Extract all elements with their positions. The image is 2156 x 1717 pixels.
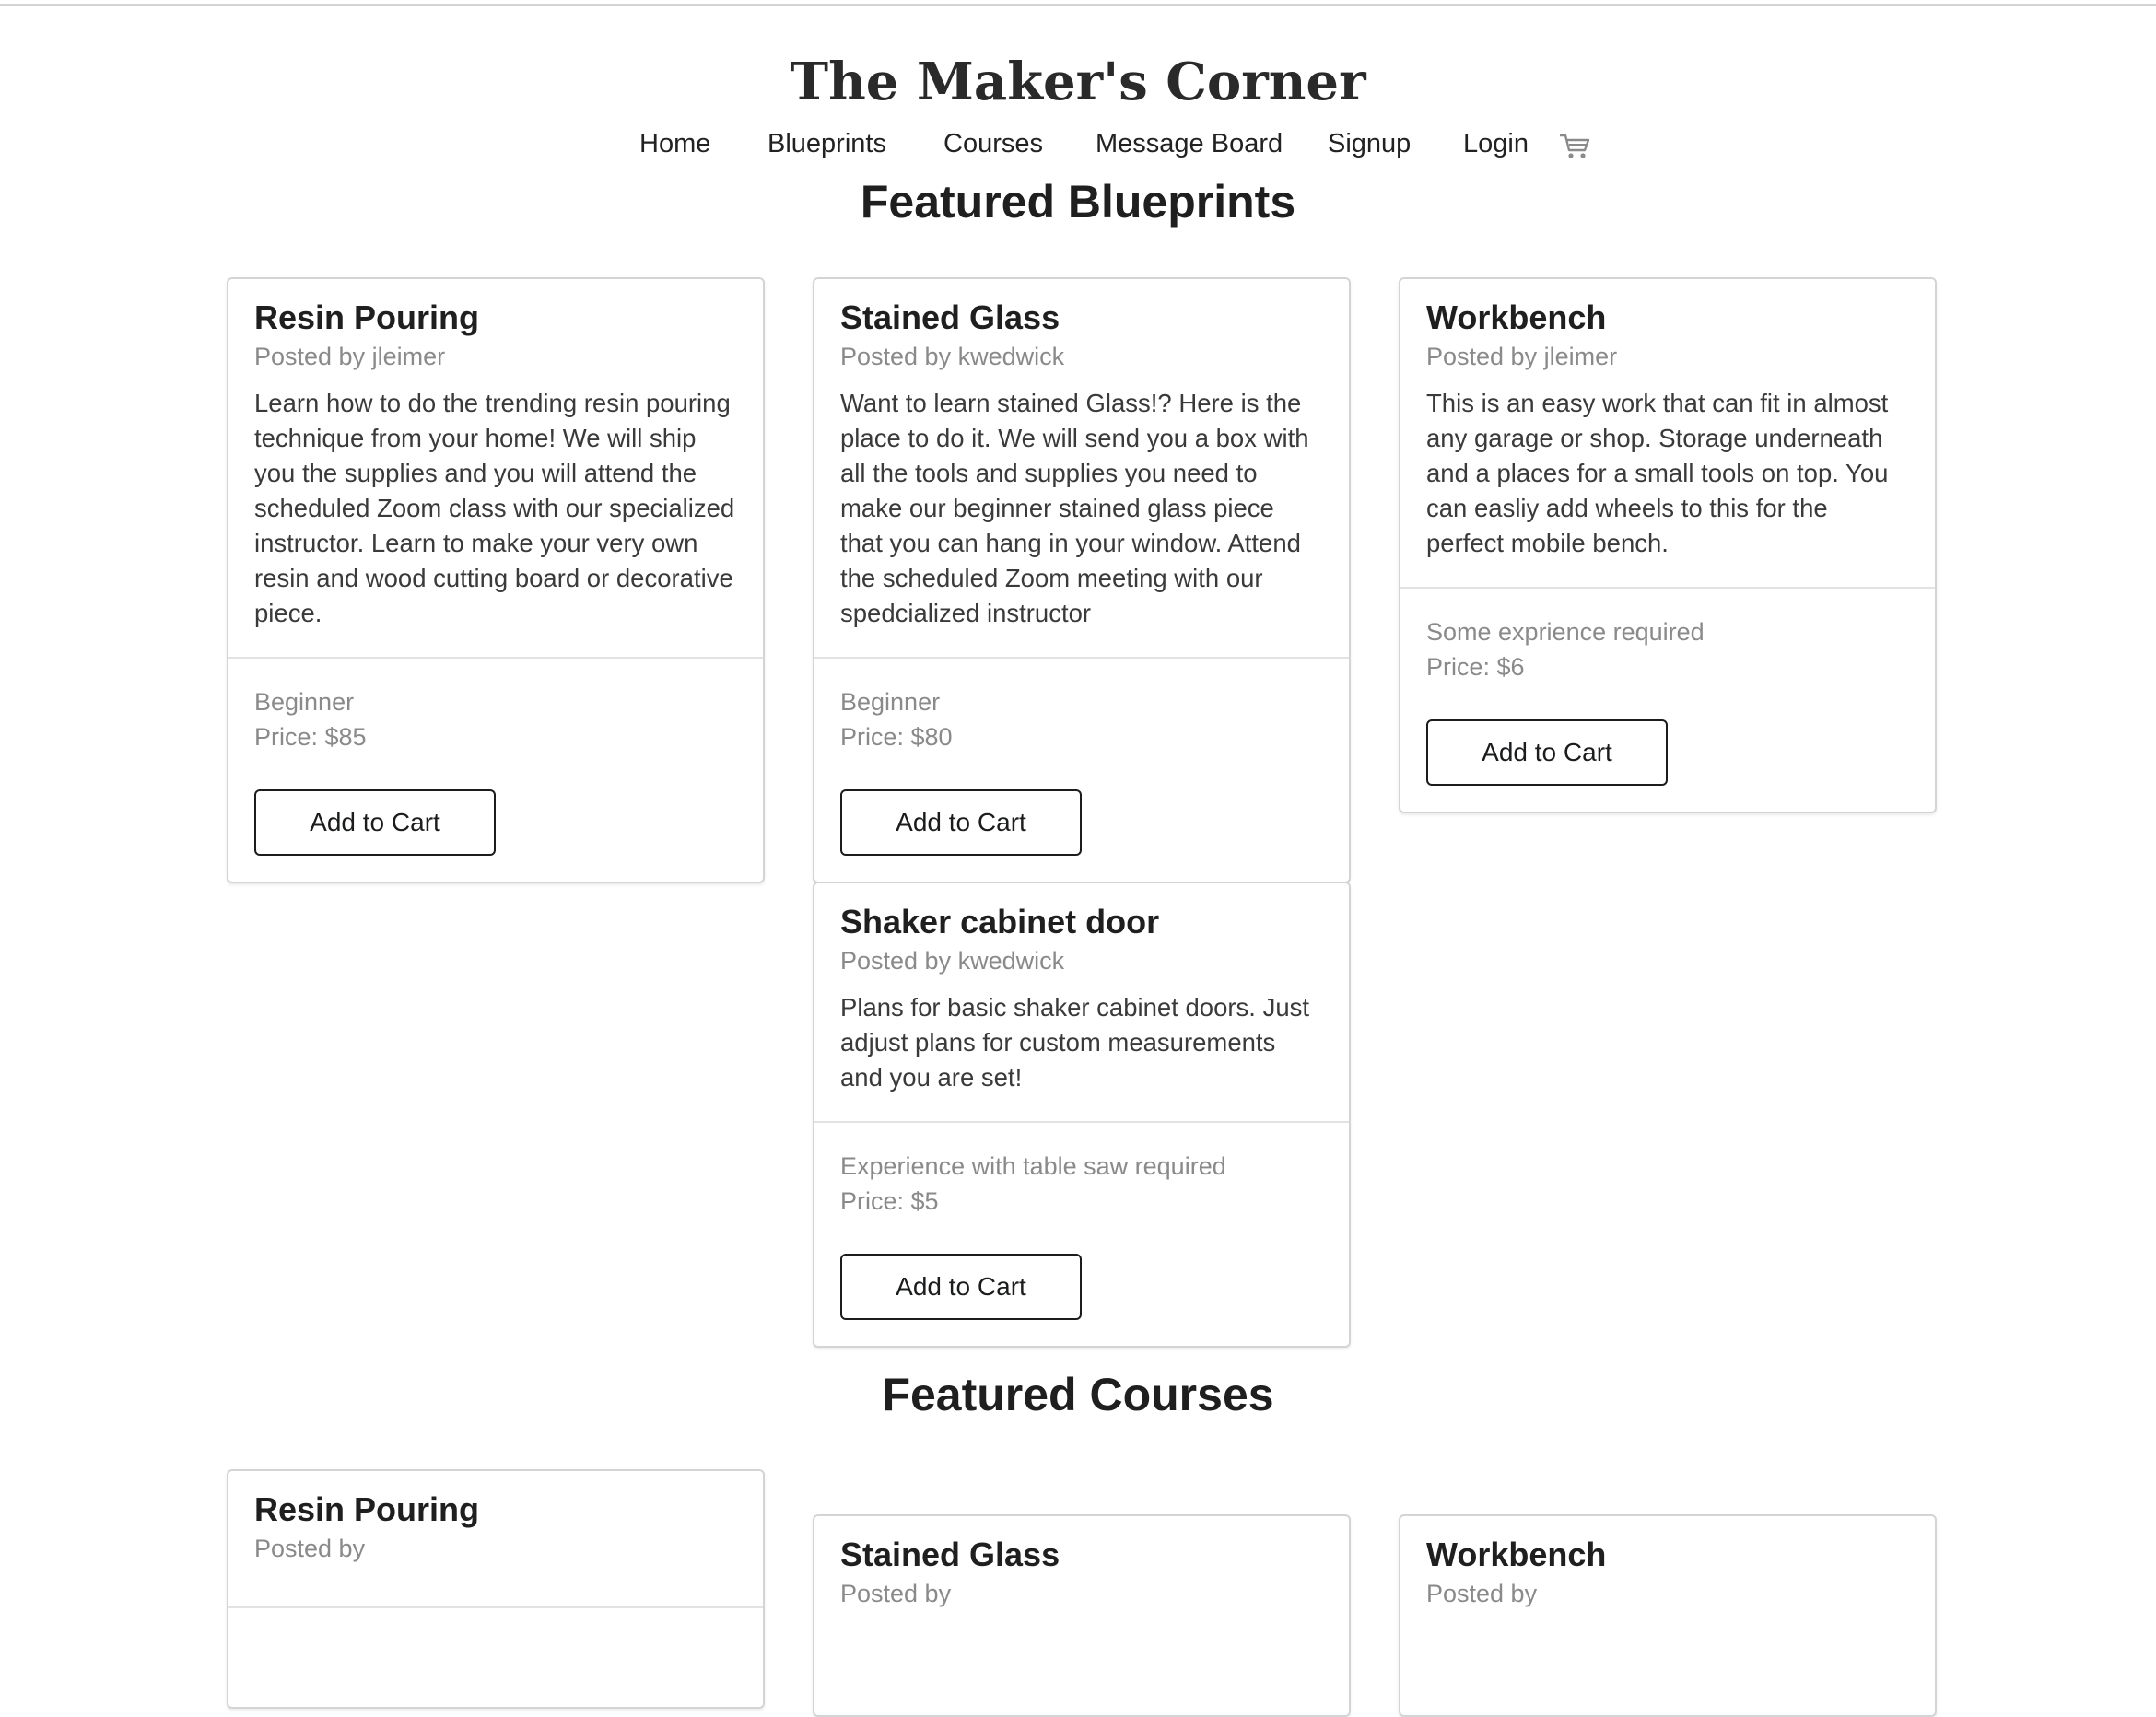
card-price: Price: $80 [840,723,953,751]
shopping-cart-icon[interactable] [1559,133,1590,160]
blueprint-card: Resin Pouring Posted by jleimer Learn ho… [227,277,765,883]
site-title: The Maker's Corner [790,52,1366,112]
card-author: Posted by jleimer [254,343,446,370]
card-description: Learn how to do the trending resin pouri… [254,389,735,627]
nav-message-board[interactable]: Message Board [1096,129,1283,159]
course-card: Resin Pouring Posted by [227,1469,765,1709]
course-card: Stained Glass Posted by [813,1514,1351,1717]
card-title[interactable]: Workbench [1426,1535,1909,1575]
nav-blueprints[interactable]: Blueprints [767,129,886,159]
card-author: Posted by [840,1580,952,1607]
card-description: Want to learn stained Glass!? Here is th… [840,389,1309,627]
card-title[interactable]: Resin Pouring [254,298,737,338]
card-divider [228,1606,763,1608]
card-price: Price: $6 [1426,653,1525,681]
blueprint-card: Shaker cabinet door Posted by kwedwick P… [813,882,1351,1348]
card-author: Posted by jleimer [1426,343,1618,370]
card-experience-level: Beginner [254,688,355,716]
card-author: Posted by kwedwick [840,343,1065,370]
card-experience-level: Experience with table saw required [840,1152,1226,1180]
card-price: Price: $5 [840,1187,939,1215]
card-experience-level: Some exprience required [1426,618,1705,646]
card-experience-level: Beginner [840,688,941,716]
blueprint-card: Stained Glass Posted by kwedwick Want to… [813,277,1351,883]
card-description: This is an easy work that can fit in alm… [1426,389,1889,557]
nav-courses[interactable]: Courses [943,129,1043,159]
add-to-cart-button[interactable]: Add to Cart [840,789,1082,856]
card-title[interactable]: Shaker cabinet door [840,902,1323,942]
blueprint-card: Workbench Posted by jleimer This is an e… [1399,277,1937,813]
card-title[interactable]: Stained Glass [840,1535,1323,1575]
nav-signup[interactable]: Signup [1328,129,1411,159]
top-divider [0,4,2156,6]
card-author: Posted by kwedwick [840,947,1065,975]
featured-courses-heading: Featured Courses [882,1369,1274,1420]
add-to-cart-button[interactable]: Add to Cart [254,789,496,856]
add-to-cart-button[interactable]: Add to Cart [840,1254,1082,1320]
card-title[interactable]: Workbench [1426,298,1909,338]
add-to-cart-button[interactable]: Add to Cart [1426,719,1668,786]
main-nav: Home Blueprints Courses Message Board Si… [0,129,2156,169]
card-description: Plans for basic shaker cabinet doors. Ju… [840,993,1310,1092]
card-title[interactable]: Resin Pouring [254,1489,737,1530]
nav-login[interactable]: Login [1463,129,1529,159]
card-title[interactable]: Stained Glass [840,298,1323,338]
card-author: Posted by [1426,1580,1538,1607]
nav-home[interactable]: Home [639,129,710,159]
course-card: Workbench Posted by [1399,1514,1937,1717]
card-price: Price: $85 [254,723,367,751]
featured-blueprints-heading: Featured Blueprints [860,176,1296,228]
card-author: Posted by [254,1535,366,1562]
